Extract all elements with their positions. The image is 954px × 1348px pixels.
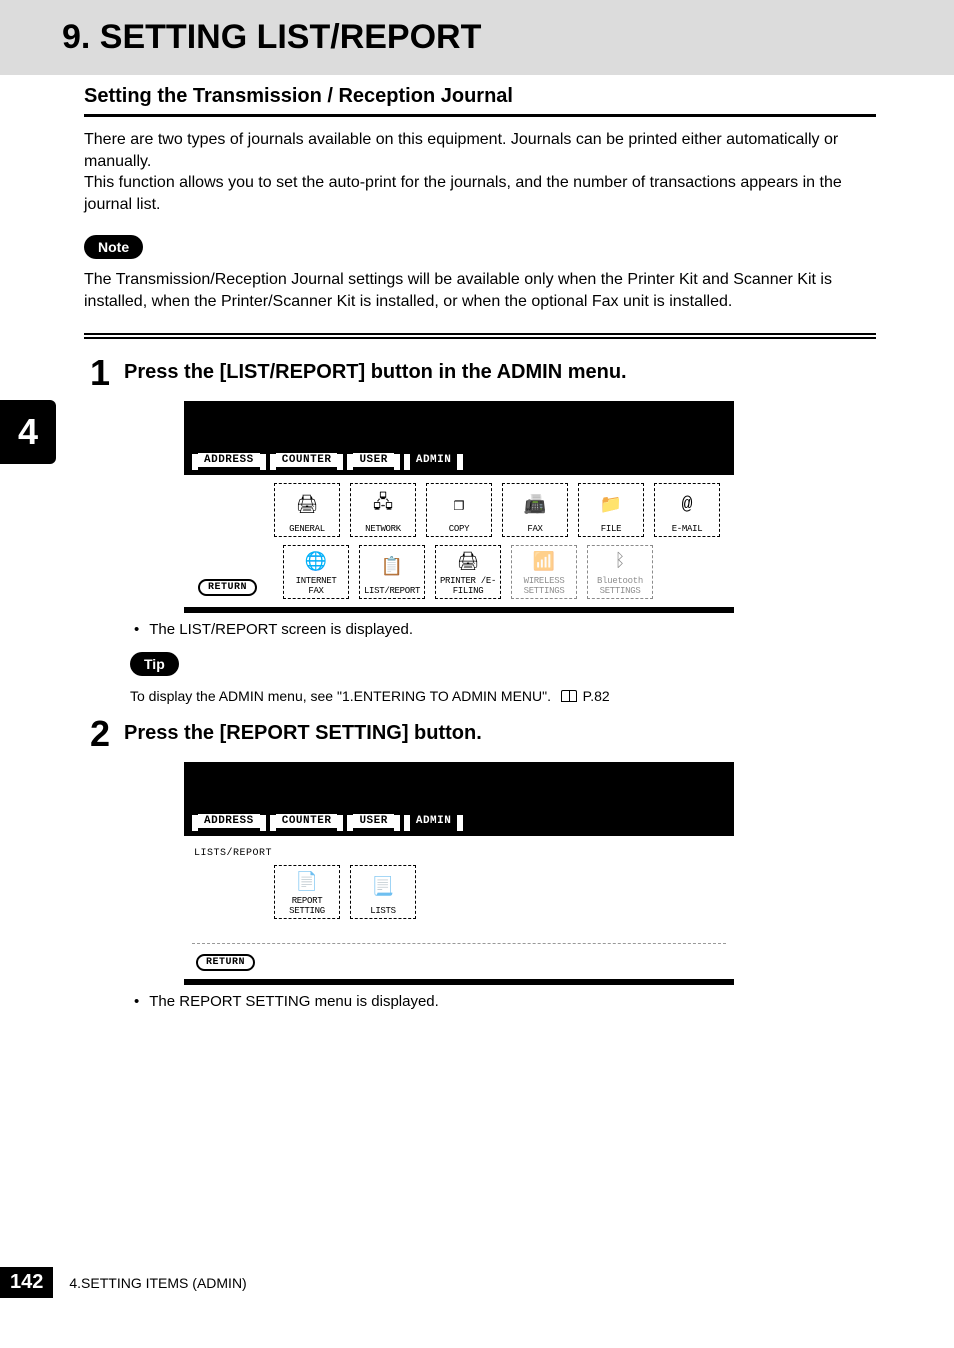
footer-section: 4.SETTING ITEMS (ADMIN) (69, 1275, 246, 1291)
panel-subtitle: LISTS/REPORT (194, 848, 726, 859)
tip-badge: Tip (130, 652, 179, 676)
side-chapter-tab: 4 (0, 400, 56, 464)
general-button[interactable]: 🖨GENERAL (274, 483, 340, 537)
at-icon: @ (682, 486, 693, 524)
file-button[interactable]: 📁FILE (578, 483, 644, 537)
printer-icon: 🖨 (296, 486, 319, 524)
note-text: The Transmission/Reception Journal setti… (84, 269, 876, 312)
tip-text: To display the ADMIN menu, see "1.ENTERI… (130, 688, 876, 704)
note-badge: Note (84, 235, 143, 259)
step-row: 2 Press the [REPORT SETTING] button. (84, 716, 876, 752)
chapter-header: 9. SETTING LIST/REPORT (0, 0, 954, 75)
step-bullet: The REPORT SETTING menu is displayed. (134, 993, 876, 1010)
page-number: 142 (0, 1267, 53, 1298)
step-row: 1 Press the [LIST/REPORT] button in the … (84, 355, 876, 391)
report-setting-button[interactable]: 📄REPORT SETTING (274, 865, 340, 919)
lists-report-screenshot: ADDRESS COUNTER USER ADMIN LISTS/REPORT … (184, 762, 734, 985)
bluetooth-icon: ᛒ (615, 548, 626, 576)
lists-button[interactable]: 📃LISTS (350, 865, 416, 919)
step-number: 2 (84, 716, 110, 752)
step-number: 1 (84, 355, 110, 391)
file-icon: 📁 (600, 486, 622, 524)
email-button[interactable]: @E-MAIL (654, 483, 720, 537)
copy-icon: ❐ (454, 486, 465, 524)
divider (84, 333, 876, 339)
admin-menu-screenshot: ADDRESS COUNTER USER ADMIN 🖨GENERAL 🖧NET… (184, 401, 734, 613)
tab-address[interactable]: ADDRESS (194, 451, 264, 469)
bluetooth-settings-button[interactable]: ᛒBluetooth SETTINGS (587, 545, 653, 599)
tab-counter[interactable]: COUNTER (272, 451, 342, 469)
step-bullet: The LIST/REPORT screen is displayed. (134, 621, 876, 638)
printer-efiling-button[interactable]: 🖨PRINTER /E-FILING (435, 545, 501, 599)
tab-counter[interactable]: COUNTER (272, 812, 342, 830)
tab-address[interactable]: ADDRESS (194, 812, 264, 830)
tab-admin[interactable]: ADMIN (406, 451, 462, 469)
document-icon: 📄 (296, 868, 318, 896)
printer-icon: 🖨 (457, 548, 480, 576)
network-button[interactable]: 🖧NETWORK (350, 483, 416, 537)
chapter-title: 9. SETTING LIST/REPORT (62, 18, 954, 57)
wireless-icon: 📶 (533, 548, 555, 576)
wireless-settings-button[interactable]: 📶WIRELESS SETTINGS (511, 545, 577, 599)
tab-user[interactable]: USER (349, 812, 397, 830)
list-icon: 📃 (372, 868, 394, 906)
network-icon: 🖧 (373, 486, 393, 524)
fax-icon: 📠 (524, 486, 546, 524)
internet-fax-button[interactable]: 🌐INTERNET FAX (283, 545, 349, 599)
rule (84, 114, 876, 117)
globe-icon: 🌐 (305, 548, 327, 576)
tab-user[interactable]: USER (349, 451, 397, 469)
report-icon: 📋 (381, 548, 403, 586)
fax-button[interactable]: 📠FAX (502, 483, 568, 537)
book-icon (561, 690, 577, 702)
section-heading: Setting the Transmission / Reception Jou… (84, 85, 876, 108)
return-button[interactable]: RETURN (196, 954, 255, 971)
list-report-button[interactable]: 📋LIST/REPORT (359, 545, 425, 599)
tab-admin[interactable]: ADMIN (406, 812, 462, 830)
page-footer: 142 4.SETTING ITEMS (ADMIN) (0, 1267, 247, 1298)
intro-paragraph: There are two types of journals availabl… (84, 129, 876, 215)
return-button[interactable]: RETURN (198, 579, 257, 596)
step-title: Press the [REPORT SETTING] button. (124, 716, 482, 745)
copy-button[interactable]: ❐COPY (426, 483, 492, 537)
step-title: Press the [LIST/REPORT] button in the AD… (124, 355, 627, 384)
